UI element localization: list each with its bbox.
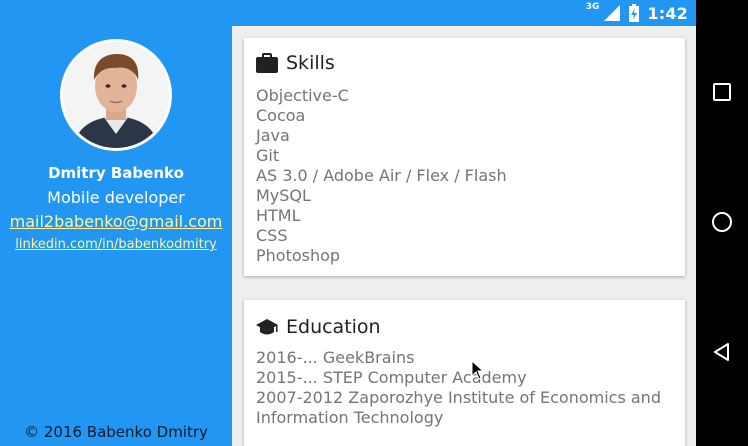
list-item: Git: [256, 146, 280, 165]
recents-button[interactable]: [696, 66, 748, 118]
network-type: 3G: [585, 2, 600, 12]
status-icons: 3G 1:42: [586, 0, 688, 26]
list-item: 2016-... GeekBrains: [256, 348, 415, 367]
back-triangle-icon: [714, 343, 729, 361]
status-bar: 3G 1:42: [0, 0, 696, 26]
education-card: Education 2016-... GeekBrains 2015-... S…: [244, 300, 685, 446]
list-item: Objective-C: [256, 86, 349, 105]
skills-card: Skills Objective-C Cocoa Java Git AS 3.0…: [244, 38, 685, 276]
list-item: MySQL: [256, 186, 311, 205]
home-button[interactable]: [696, 196, 748, 248]
profile-photo: [63, 42, 169, 148]
profile-sidebar: Dmitry Babenko Mobile developer mail2bab…: [0, 26, 232, 446]
graduation-cap-icon: [256, 319, 278, 335]
list-item: Cocoa: [256, 106, 306, 125]
list-item: HTML: [256, 206, 301, 225]
mouse-pointer-icon: [471, 360, 485, 380]
list-item: CSS: [256, 226, 288, 245]
recents-square-icon: [713, 83, 731, 101]
skills-title: Skills: [286, 52, 335, 74]
profile-role: Mobile developer: [47, 188, 185, 207]
email-link[interactable]: mail2babenko@gmail.com: [0, 212, 232, 231]
linkedin-link[interactable]: linkedin.com/in/babenkodmitry: [0, 237, 232, 252]
education-title: Education: [286, 316, 381, 338]
list-item: AS 3.0 / Adobe Air / Flex / Flash: [256, 166, 507, 185]
status-time: 1:42: [647, 3, 688, 23]
signal-icon: [604, 5, 621, 21]
main-content[interactable]: Skills Objective-C Cocoa Java Git AS 3.0…: [232, 26, 696, 446]
list-item: 2007-2012 Zaporozhye Institute of Econom…: [256, 388, 661, 407]
home-circle-icon: [712, 212, 732, 232]
list-item: Information Technology: [256, 408, 444, 427]
back-button[interactable]: [696, 326, 748, 378]
education-list: 2016-... GeekBrains 2015-... STEP Comput…: [256, 348, 661, 428]
list-item: 2015-... STEP Computer Academy: [256, 368, 527, 387]
profile-name: Dmitry Babenko: [48, 164, 184, 182]
battery-charging-icon: [629, 4, 640, 22]
list-item: Java: [256, 126, 290, 145]
briefcase-icon: [256, 53, 278, 73]
list-item: Photoshop: [256, 246, 341, 265]
skills-header: Skills: [256, 52, 335, 74]
navigation-bar: [696, 0, 748, 446]
avatar: [60, 39, 172, 151]
education-header: Education: [256, 316, 381, 338]
skills-list: Objective-C Cocoa Java Git AS 3.0 / Adob…: [256, 86, 507, 266]
copyright: © 2016 Babenko Dmitry: [24, 423, 208, 441]
